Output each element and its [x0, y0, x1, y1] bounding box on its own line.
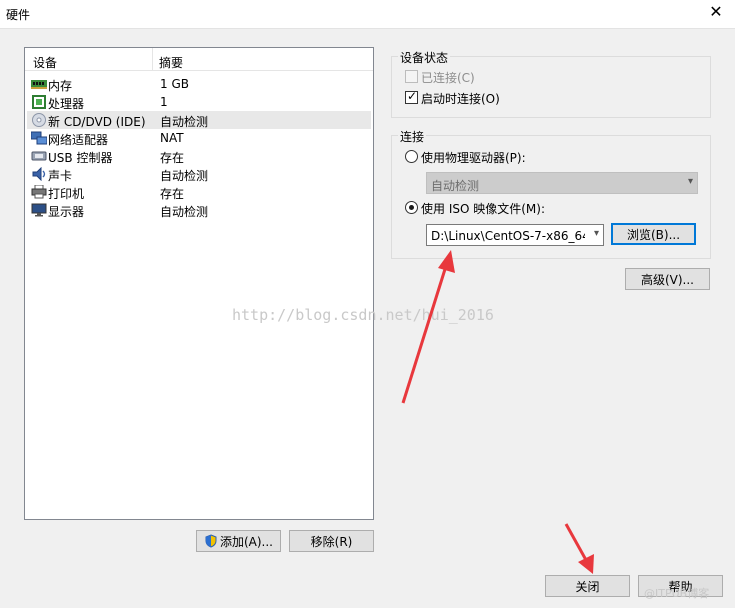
uac-shield-icon — [205, 534, 217, 548]
device-row-processor[interactable]: 处理器 1 — [27, 93, 371, 111]
remove-button-label: 移除(R) — [310, 534, 353, 549]
cd-dvd-icon — [32, 113, 46, 127]
close-window-icon[interactable]: ✕ — [707, 3, 725, 21]
corner-watermark: @ITPUB博客 — [644, 587, 710, 600]
device-summary: 自动检测 — [160, 115, 209, 129]
close-button[interactable]: 关闭 — [545, 575, 630, 597]
device-name: 内存 — [48, 79, 73, 93]
device-name: 打印机 — [48, 187, 85, 201]
add-button-label: 添加(A)... — [219, 534, 274, 549]
device-name: 显示器 — [48, 205, 85, 219]
connect-at-power-on-label: 启动时连接(O) — [421, 92, 500, 106]
advanced-button-label: 高级(V)... — [640, 272, 695, 287]
device-name: 网络适配器 — [48, 133, 109, 147]
column-header-device[interactable]: 设备 — [33, 54, 57, 71]
connect-at-power-on-checkbox[interactable]: ✓ — [405, 89, 418, 104]
chevron-down-icon: ▾ — [687, 176, 693, 187]
column-divider — [152, 48, 153, 70]
processor-icon — [32, 95, 46, 109]
sound-card-icon — [32, 167, 46, 181]
device-summary: 1 GB — [160, 77, 189, 91]
usb-icon — [31, 151, 47, 161]
window-title: 硬件 — [6, 8, 31, 22]
device-name: USB 控制器 — [48, 151, 113, 165]
printer-icon — [31, 185, 47, 199]
memory-icon — [31, 80, 47, 89]
device-row-printer[interactable]: 打印机 存在 — [27, 183, 371, 201]
device-summary: 自动检测 — [160, 205, 209, 219]
device-row-cd-dvd[interactable]: 新 CD/DVD (IDE) 自动检测 — [27, 111, 371, 129]
annotation-arrow-close — [564, 523, 594, 574]
device-row-sound-card[interactable]: 声卡 自动检测 — [27, 165, 371, 183]
physical-drive-radio[interactable] — [405, 150, 418, 163]
device-summary: 存在 — [160, 151, 185, 165]
physical-drive-label: 使用物理驱动器(P): — [421, 151, 526, 165]
iso-image-radio[interactable] — [405, 201, 418, 214]
device-summary: 1 — [160, 95, 168, 109]
connection-group: 连接 使用物理驱动器(P): 自动检测 ▾ 使用 ISO 映像文件(M): D:… — [391, 128, 711, 259]
device-row-monitor[interactable]: 显示器 自动检测 — [27, 201, 371, 219]
device-name: 处理器 — [48, 97, 85, 111]
add-button[interactable]: 添加(A)... — [196, 530, 281, 552]
device-status-group: 设备状态 已连接(C) ✓ 启动时连接(O) — [391, 49, 711, 118]
annotation-arrow-browse — [401, 250, 455, 404]
advanced-button[interactable]: 高级(V)... — [625, 268, 710, 290]
physical-drive-value: 自动检测 — [431, 179, 480, 193]
connected-checkbox[interactable] — [405, 70, 418, 83]
browse-button-label: 浏览(B)... — [626, 227, 681, 242]
device-row-usb-controller[interactable]: USB 控制器 存在 — [27, 147, 371, 165]
monitor-icon — [31, 203, 47, 217]
network-adapter-icon — [31, 131, 47, 145]
column-header-summary[interactable]: 摘要 — [159, 54, 183, 71]
remove-button[interactable]: 移除(R) — [289, 530, 374, 552]
device-summary: 自动检测 — [160, 169, 209, 183]
close-button-label: 关闭 — [575, 579, 600, 594]
physical-drive-select[interactable]: 自动检测 ▾ — [426, 172, 698, 194]
device-list[interactable]: 设备 摘要 内存 1 GB 处理器 1 新 CD/DVD (IDE) 自动检测 — [24, 47, 374, 520]
watermark-text: http://blog.csdn.net/hui_2016 — [232, 306, 494, 324]
checkmark-icon: ✓ — [407, 89, 418, 103]
device-status-title: 设备状态 — [398, 49, 451, 66]
iso-path-value: D:\Linux\CentOS-7-x86_64- — [431, 229, 585, 243]
title-bar: 硬件 ✕ — [0, 0, 735, 29]
chevron-down-icon: ▾ — [593, 228, 599, 239]
connection-title: 连接 — [398, 128, 427, 145]
iso-path-combobox[interactable]: D:\Linux\CentOS-7-x86_64- ▾ — [426, 224, 604, 246]
device-name: 新 CD/DVD (IDE) — [48, 115, 146, 129]
device-name: 声卡 — [48, 169, 73, 183]
device-row-network-adapter[interactable]: 网络适配器 NAT — [27, 129, 371, 147]
device-row-memory[interactable]: 内存 1 GB — [27, 75, 371, 93]
browse-button[interactable]: 浏览(B)... — [611, 223, 696, 245]
radio-dot — [409, 205, 414, 210]
connected-label: 已连接(C) — [421, 71, 475, 85]
device-summary: NAT — [160, 131, 184, 145]
device-summary: 存在 — [160, 187, 185, 201]
list-header: 设备 摘要 — [25, 48, 373, 71]
iso-image-label: 使用 ISO 映像文件(M): — [421, 202, 545, 216]
